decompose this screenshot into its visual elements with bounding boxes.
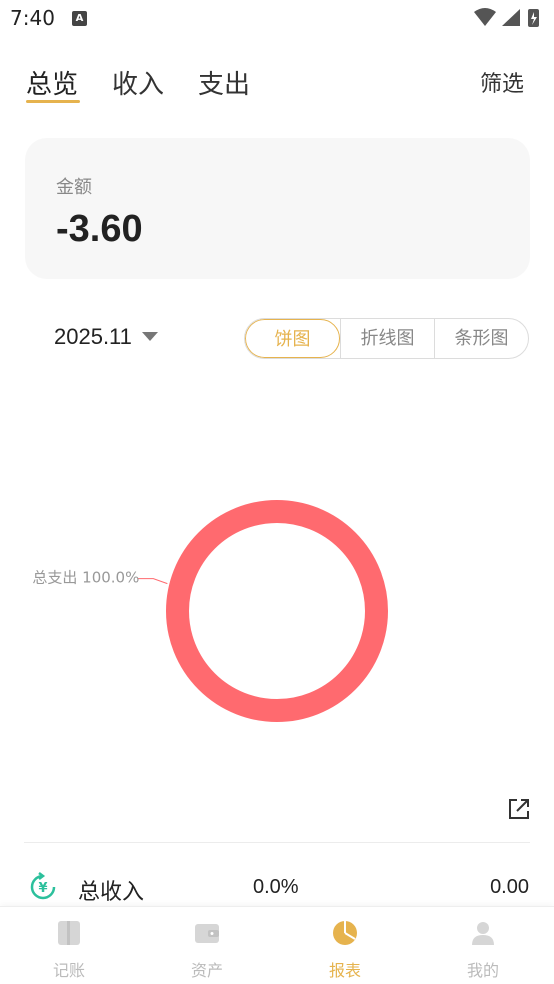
- nav-item-assets[interactable]: 资产: [138, 907, 276, 984]
- status-icons: [474, 8, 539, 27]
- pie-slice-0[interactable]: [166, 500, 388, 722]
- nav-label-reports: 报表: [328, 961, 361, 980]
- tab-overview[interactable]: 总览: [26, 64, 78, 101]
- user-icon: [472, 922, 494, 945]
- top-tabs: 总览 收入 支出 筛选: [0, 56, 554, 112]
- pie-chart: 总支出 100.0%: [32, 500, 388, 722]
- amount-label: 金额: [56, 177, 92, 198]
- tab-income[interactable]: 收入: [112, 64, 164, 101]
- amount-card: 金额 -3.60: [25, 138, 530, 279]
- nav-label-profile: 我的: [466, 961, 499, 980]
- chart-type-bar[interactable]: 条形图: [434, 319, 528, 358]
- status-bar: 7:40 A: [0, 0, 554, 38]
- status-time: 7:40: [10, 6, 55, 30]
- pie-slice-label-0: 总支出 100.0%: [32, 569, 139, 587]
- svg-text:¥: ¥: [38, 881, 47, 896]
- income-label: 总收入: [78, 880, 145, 905]
- income-amount: 0.00: [490, 876, 529, 898]
- wallet-icon: [195, 924, 219, 943]
- amount-value: -3.60: [56, 208, 143, 250]
- nav-item-bookkeeping[interactable]: 记账: [0, 907, 138, 984]
- income-yen-icon: ¥: [30, 872, 56, 900]
- nav-label-bookkeeping: 记账: [52, 961, 85, 980]
- tab-active-indicator: [26, 100, 80, 103]
- share-icon[interactable]: [506, 796, 532, 822]
- month-picker[interactable]: 2025.11: [54, 324, 158, 350]
- filter-button[interactable]: 筛选: [480, 66, 524, 98]
- chart-type-line[interactable]: 折线图: [340, 319, 434, 358]
- notification-a-icon: A: [72, 11, 87, 26]
- chart-type-selector: 饼图 折线图 条形图: [244, 318, 529, 359]
- caret-down-icon: [141, 331, 158, 341]
- bottom-nav: 记账 资产 报表 我的: [0, 906, 554, 984]
- pie-chart-icon: [333, 921, 357, 945]
- wifi-icon: [474, 8, 496, 26]
- list-item-income[interactable]: ¥ 总收入 0.0% 0.00: [0, 864, 554, 908]
- nav-label-assets: 资产: [190, 961, 223, 980]
- nav-item-reports[interactable]: 报表: [276, 907, 414, 984]
- chart-type-pie[interactable]: 饼图: [245, 319, 340, 358]
- tab-expense[interactable]: 支出: [198, 64, 250, 101]
- pie-leader-line-0: [137, 578, 168, 585]
- book-icon: [58, 921, 80, 945]
- signal-icon: [502, 9, 520, 26]
- divider: [24, 842, 530, 843]
- nav-item-profile[interactable]: 我的: [414, 907, 552, 984]
- month-label: 2025.11: [54, 324, 132, 349]
- income-percent: 0.0%: [253, 876, 299, 898]
